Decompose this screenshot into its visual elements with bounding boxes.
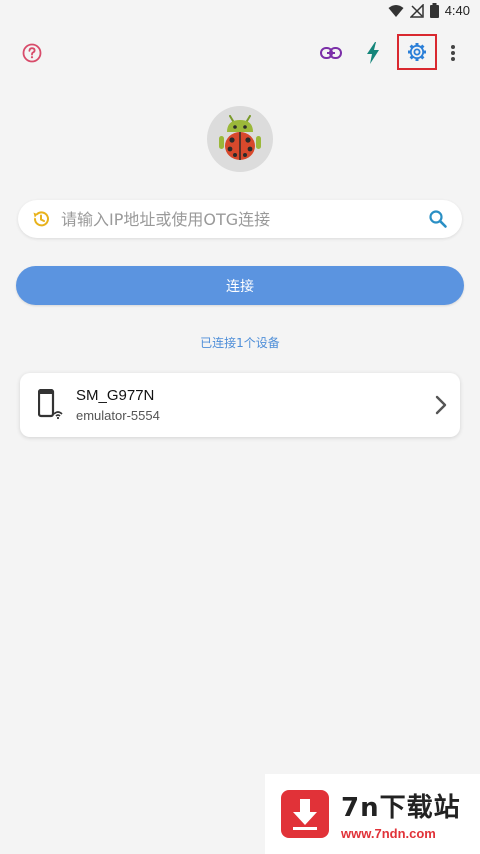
link-icon <box>320 47 342 59</box>
status-bar: 4:40 <box>0 0 480 24</box>
watermark-text: 7n下载站 www.7ndn.com <box>341 787 461 841</box>
watermark: 7n下载站 www.7ndn.com <box>265 774 480 854</box>
settings-icon <box>408 43 426 61</box>
battery-icon <box>429 3 439 18</box>
wifi-icon <box>388 4 404 17</box>
connect-button[interactable]: 连接 <box>16 266 464 305</box>
more-vert-icon <box>451 45 455 61</box>
wireless-phone-icon <box>38 389 63 420</box>
device-name: SM_G977N <box>76 387 155 404</box>
watermark-title: 7n下载站 <box>341 793 461 823</box>
more-options-button[interactable] <box>444 41 462 65</box>
history-icon[interactable] <box>31 209 51 229</box>
help-button[interactable] <box>20 41 44 65</box>
chevron-right-icon <box>435 395 447 415</box>
search-box <box>18 200 462 238</box>
ladybug-android-logo <box>219 115 261 160</box>
app-logo <box>207 106 273 172</box>
connected-devices-count: 已连接1个设备 <box>200 336 280 350</box>
ip-address-input[interactable] <box>61 209 428 229</box>
status-icons: 4:40 <box>388 3 470 18</box>
search-icon[interactable] <box>428 209 448 229</box>
flash-button[interactable] <box>362 40 384 66</box>
settings-button[interactable] <box>397 34 437 70</box>
no-signal-icon <box>409 3 424 18</box>
screen: 4:40 请输入IP地址或使用OTG连接 连接 已连接1个设备 SM_G977N… <box>0 0 480 854</box>
flash-icon <box>367 42 379 64</box>
link-button[interactable] <box>318 41 344 65</box>
status-time: 4:40 <box>444 3 470 18</box>
device-list-item[interactable]: SM_G977N emulator-5554 <box>20 373 460 437</box>
watermark-url: www.7ndn.com <box>341 826 436 841</box>
help-icon <box>22 43 42 63</box>
device-serial: emulator-5554 <box>76 408 160 423</box>
download-arrow-icon <box>281 790 329 838</box>
